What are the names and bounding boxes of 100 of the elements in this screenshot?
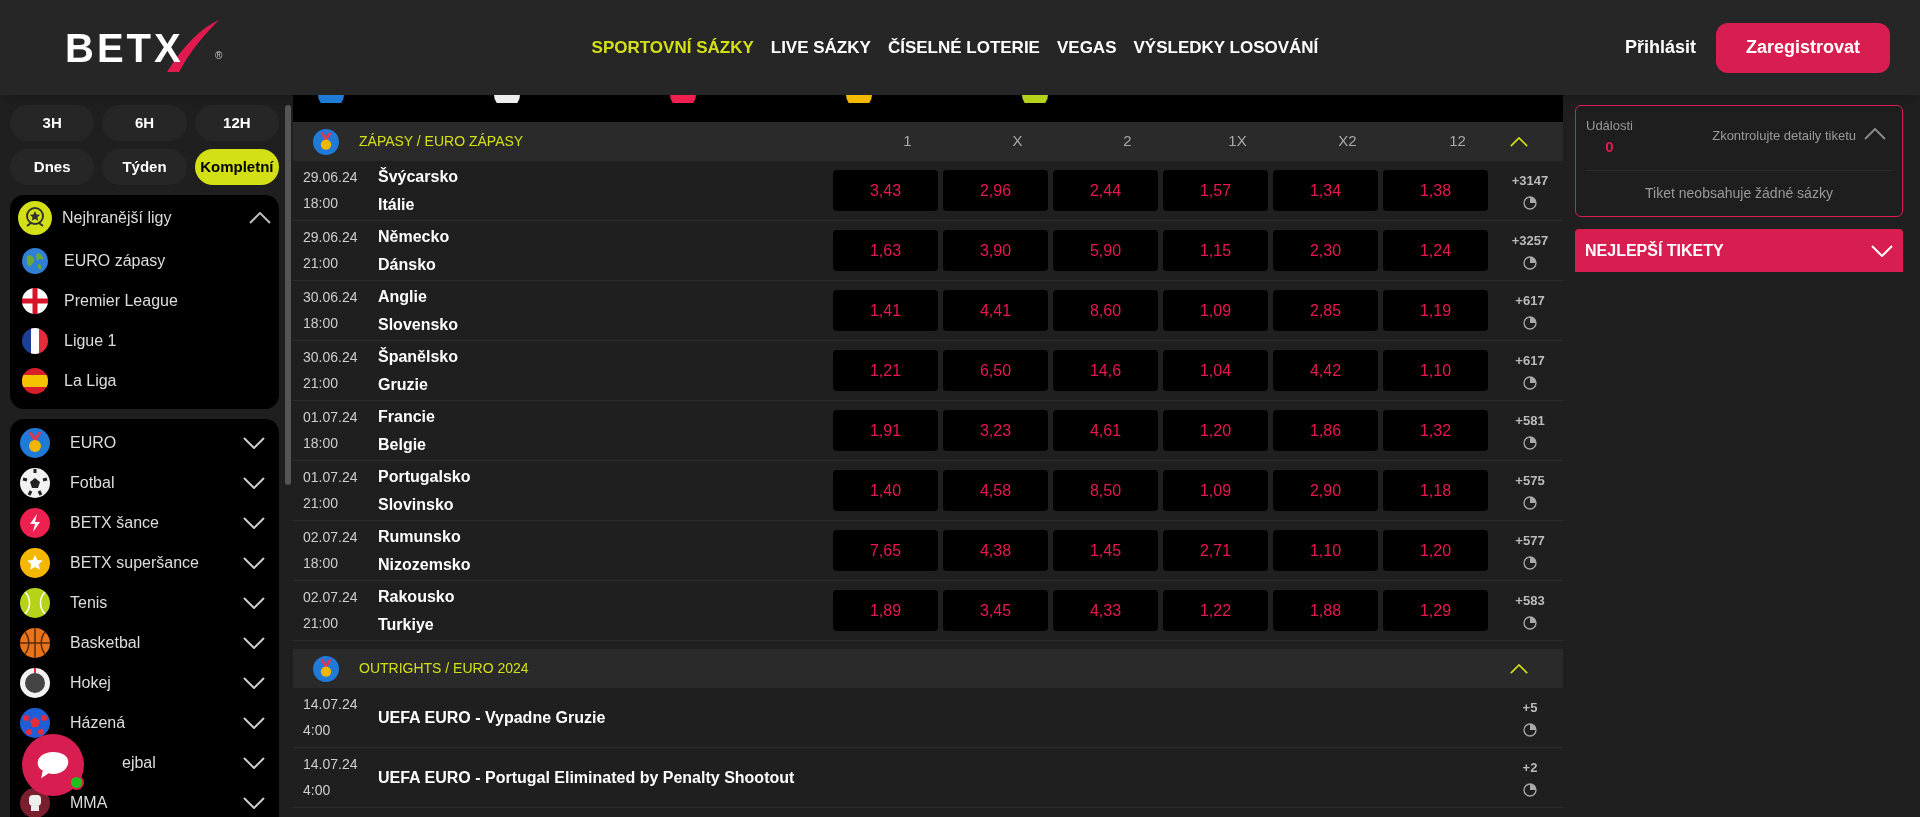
time-filter-button[interactable]: Kompletní bbox=[194, 149, 279, 185]
statistics-icon[interactable] bbox=[1523, 315, 1537, 330]
chevron-icon[interactable] bbox=[243, 597, 265, 609]
odds-button[interactable]: 1,32 bbox=[1383, 410, 1488, 451]
odds-button[interactable]: 1,09 bbox=[1163, 470, 1268, 511]
odds-button[interactable]: 1,24 bbox=[1383, 230, 1488, 271]
odds-button[interactable]: 3,90 bbox=[943, 230, 1048, 271]
league-link[interactable]: La Liga bbox=[64, 369, 117, 393]
login-link[interactable]: Přihlásit bbox=[1624, 34, 1696, 61]
sport-link[interactable]: EURO bbox=[70, 434, 117, 452]
sport-link[interactable]: Basketbal bbox=[70, 634, 141, 652]
odds-button[interactable]: 1,91 bbox=[833, 410, 938, 451]
more-markets-link[interactable]: +3257 bbox=[1511, 231, 1549, 251]
odds-button[interactable]: 2,96 bbox=[943, 170, 1048, 211]
time-filter-button[interactable]: 6H bbox=[102, 105, 187, 141]
logo[interactable]: BETX bbox=[65, 23, 184, 72]
odds-button[interactable]: 1,09 bbox=[1163, 290, 1268, 331]
odds-button[interactable]: 4,61 bbox=[1053, 410, 1158, 451]
chevron-icon[interactable] bbox=[243, 557, 265, 569]
odds-button[interactable]: 1,22 bbox=[1163, 590, 1268, 631]
odds-button[interactable]: 1,86 bbox=[1273, 410, 1378, 451]
odds-button[interactable]: 1,19 bbox=[1383, 290, 1488, 331]
statistics-icon[interactable] bbox=[1523, 615, 1537, 630]
league-link[interactable]: Premier League bbox=[64, 289, 178, 313]
statistics-icon[interactable] bbox=[1523, 555, 1537, 570]
odds-button[interactable]: 7,65 bbox=[833, 530, 938, 571]
odds-button[interactable]: 1,20 bbox=[1163, 410, 1268, 451]
odds-button[interactable]: 3,23 bbox=[943, 410, 1048, 451]
more-markets-link[interactable]: +575 bbox=[1515, 471, 1545, 491]
odds-button[interactable]: 4,42 bbox=[1273, 350, 1378, 391]
odds-button[interactable]: 1,21 bbox=[833, 350, 938, 391]
more-markets-link[interactable]: +583 bbox=[1515, 591, 1545, 611]
nav-link[interactable]: VEGAS bbox=[1056, 34, 1117, 61]
more-markets-link[interactable]: +617 bbox=[1515, 351, 1545, 371]
odds-button[interactable]: 1,34 bbox=[1273, 170, 1378, 211]
sport-link[interactable]: ejbal bbox=[122, 754, 156, 772]
sport-link[interactable]: BETX superšance bbox=[70, 554, 199, 572]
odds-button[interactable]: 1,18 bbox=[1383, 470, 1488, 511]
chevron-icon[interactable] bbox=[243, 437, 265, 449]
more-markets-link[interactable]: +2 bbox=[1522, 758, 1538, 778]
odds-button[interactable]: 3,45 bbox=[943, 590, 1048, 631]
statistics-icon[interactable] bbox=[1523, 435, 1537, 450]
chevron-icon[interactable] bbox=[243, 797, 265, 809]
sport-link[interactable]: BETX šance bbox=[70, 514, 159, 532]
odds-button[interactable]: 2,71 bbox=[1163, 530, 1268, 571]
odds-button[interactable]: 1,45 bbox=[1053, 530, 1158, 571]
odds-button[interactable]: 4,41 bbox=[943, 290, 1048, 331]
statistics-icon[interactable] bbox=[1523, 782, 1537, 797]
chevron-icon[interactable] bbox=[243, 477, 265, 489]
nav-link[interactable]: SPORTOVNÍ SÁZKY bbox=[591, 34, 754, 61]
odds-button[interactable]: 4,33 bbox=[1053, 590, 1158, 631]
scrollbar[interactable] bbox=[285, 105, 291, 485]
odds-button[interactable]: 1,89 bbox=[833, 590, 938, 631]
nav-link[interactable]: ČÍSELNÉ LOTERIE bbox=[887, 34, 1040, 61]
odds-button[interactable]: 1,10 bbox=[1383, 350, 1488, 391]
odds-button[interactable]: 3,43 bbox=[833, 170, 938, 211]
statistics-icon[interactable] bbox=[1523, 255, 1537, 270]
odds-button[interactable]: 1,88 bbox=[1273, 590, 1378, 631]
odds-button[interactable]: 1,40 bbox=[833, 470, 938, 511]
odds-button[interactable]: 1,38 bbox=[1383, 170, 1488, 211]
odds-button[interactable]: 6,50 bbox=[943, 350, 1048, 391]
more-markets-link[interactable]: +617 bbox=[1515, 291, 1545, 311]
odds-button[interactable]: 8,60 bbox=[1053, 290, 1158, 331]
odds-button[interactable]: 2,90 bbox=[1273, 470, 1378, 511]
more-markets-link[interactable]: +5 bbox=[1522, 698, 1538, 718]
ticket-details-link[interactable]: Zkontrolujte detaily tiketu bbox=[1712, 126, 1856, 146]
odds-button[interactable]: 2,30 bbox=[1273, 230, 1378, 271]
odds-button[interactable]: 2,85 bbox=[1273, 290, 1378, 331]
odds-button[interactable]: 1,15 bbox=[1163, 230, 1268, 271]
odds-button[interactable]: 1,10 bbox=[1273, 530, 1378, 571]
nav-link[interactable]: VÝSLEDKY LOSOVÁNÍ bbox=[1133, 34, 1319, 61]
league-link[interactable]: EURO zápasy bbox=[64, 249, 166, 273]
odds-button[interactable]: 1,20 bbox=[1383, 530, 1488, 571]
sport-link[interactable]: MMA bbox=[70, 794, 108, 812]
nav-link[interactable]: LIVE SÁZKY bbox=[770, 34, 871, 61]
league-link[interactable]: Ligue 1 bbox=[64, 329, 117, 353]
chevron-icon[interactable] bbox=[243, 517, 265, 529]
statistics-icon[interactable] bbox=[1523, 375, 1537, 390]
odds-button[interactable]: 1,29 bbox=[1383, 590, 1488, 631]
odds-button[interactable]: 5,90 bbox=[1053, 230, 1158, 271]
chevron-icon[interactable] bbox=[243, 757, 265, 769]
chevron-icon[interactable] bbox=[243, 677, 265, 689]
odds-button[interactable]: 1,04 bbox=[1163, 350, 1268, 391]
statistics-icon[interactable] bbox=[1523, 195, 1537, 210]
chevron-icon[interactable] bbox=[243, 717, 265, 729]
time-filter-button[interactable]: 3H bbox=[10, 105, 95, 141]
odds-button[interactable]: 1,63 bbox=[833, 230, 938, 271]
more-markets-link[interactable]: +581 bbox=[1515, 411, 1545, 431]
time-filter-button[interactable]: Týden bbox=[102, 149, 187, 185]
statistics-icon[interactable] bbox=[1523, 722, 1537, 737]
sport-link[interactable]: Fotbal bbox=[70, 474, 115, 492]
odds-button[interactable]: 2,44 bbox=[1053, 170, 1158, 211]
sport-link[interactable]: Hokej bbox=[70, 674, 111, 692]
sport-link[interactable]: Tenis bbox=[70, 594, 108, 612]
register-button[interactable]: Zaregistrovat bbox=[1715, 22, 1890, 73]
chevron-icon[interactable] bbox=[243, 637, 265, 649]
odds-button[interactable]: 1,41 bbox=[833, 290, 938, 331]
best-tickets-bar[interactable]: NEJLEPŠÍ TIKETY bbox=[1575, 229, 1903, 272]
sport-link[interactable]: Házená bbox=[70, 714, 126, 732]
time-filter-button[interactable]: Dnes bbox=[10, 149, 95, 185]
